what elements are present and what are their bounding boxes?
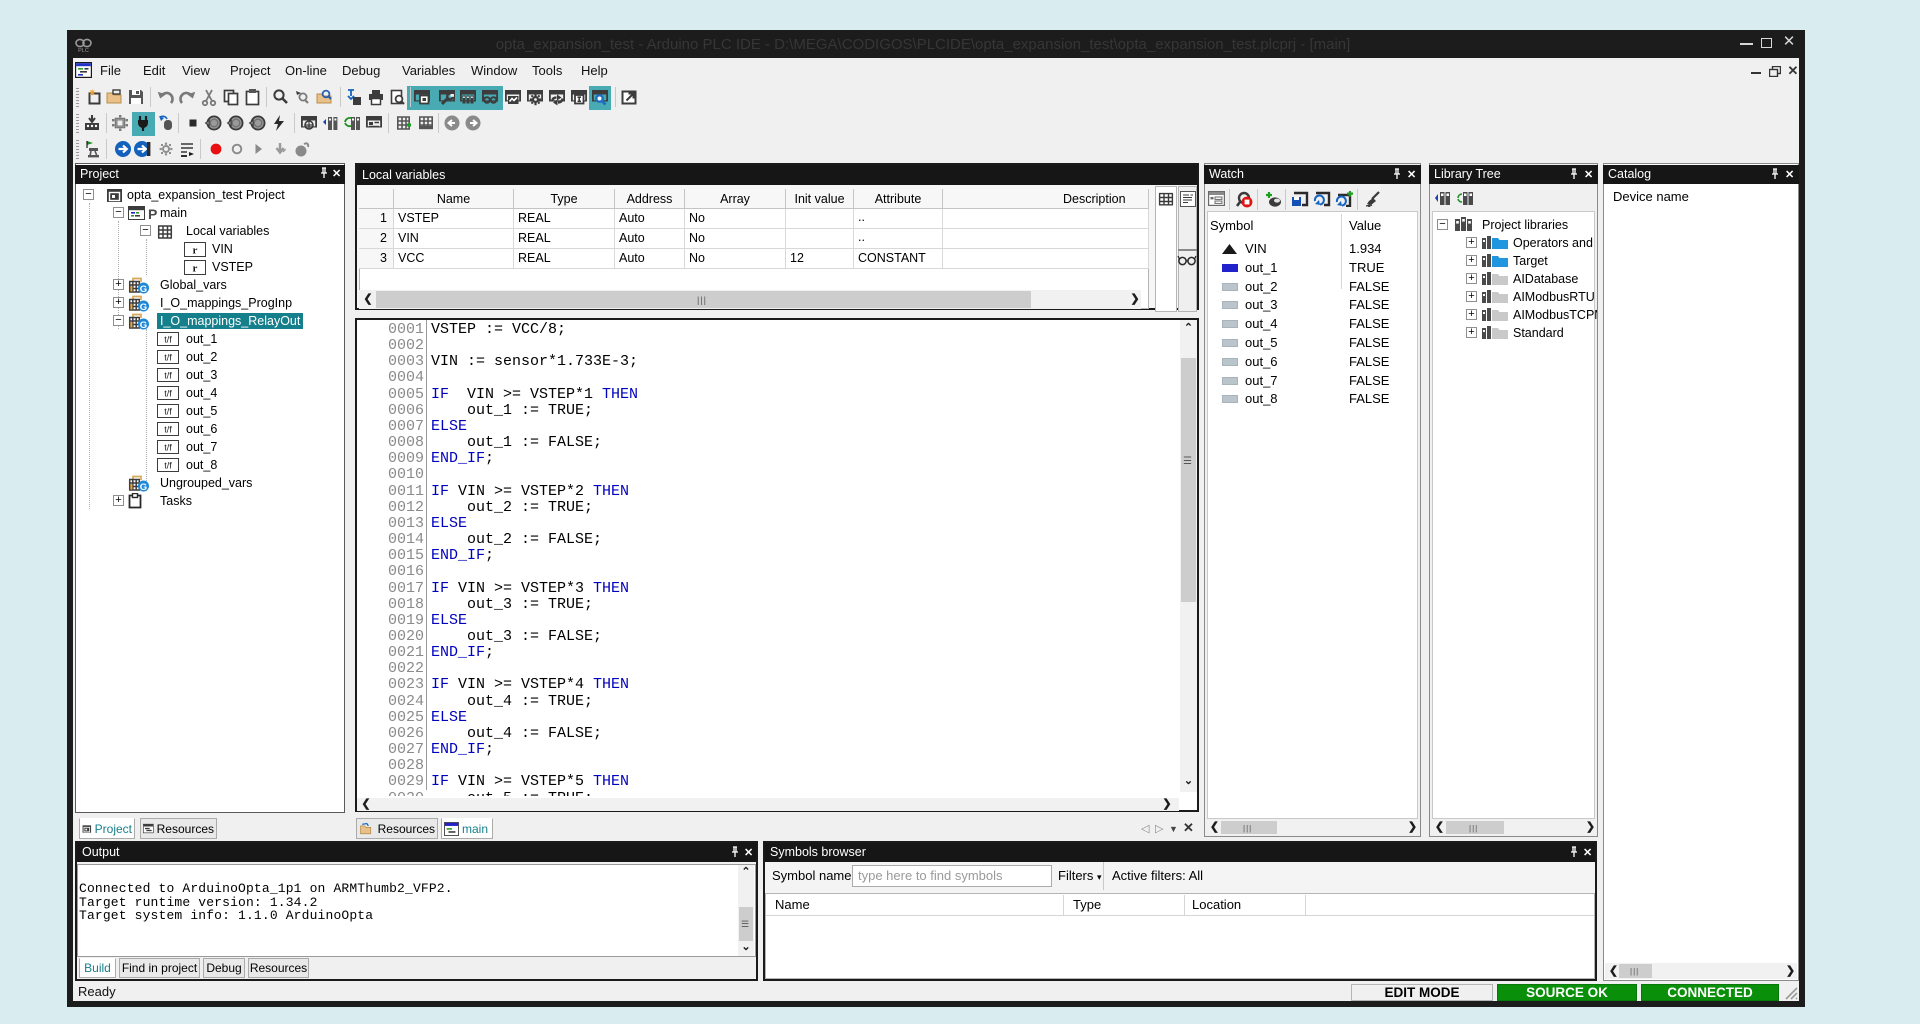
svg-text:r: r xyxy=(193,244,198,256)
svg-text:t/f: t/f xyxy=(164,461,172,471)
svg-text:r: r xyxy=(193,262,198,274)
svg-text:✷: ✷ xyxy=(88,88,96,99)
svg-text:G: G xyxy=(140,302,147,312)
svg-text:G: G xyxy=(140,482,147,492)
svg-text:t/f: t/f xyxy=(164,425,172,435)
svg-text:PLC: PLC xyxy=(78,48,89,53)
svg-text:t/f: t/f xyxy=(164,407,172,417)
svg-text:G: G xyxy=(140,284,147,294)
svg-text:t/f: t/f xyxy=(164,443,172,453)
svg-text:t/f: t/f xyxy=(164,371,172,381)
svg-text:t/f: t/f xyxy=(164,353,172,363)
svg-text:t/f: t/f xyxy=(164,335,172,345)
svg-text:t/f: t/f xyxy=(164,389,172,399)
svg-text:G: G xyxy=(140,320,147,330)
svg-text:P: P xyxy=(148,206,157,221)
